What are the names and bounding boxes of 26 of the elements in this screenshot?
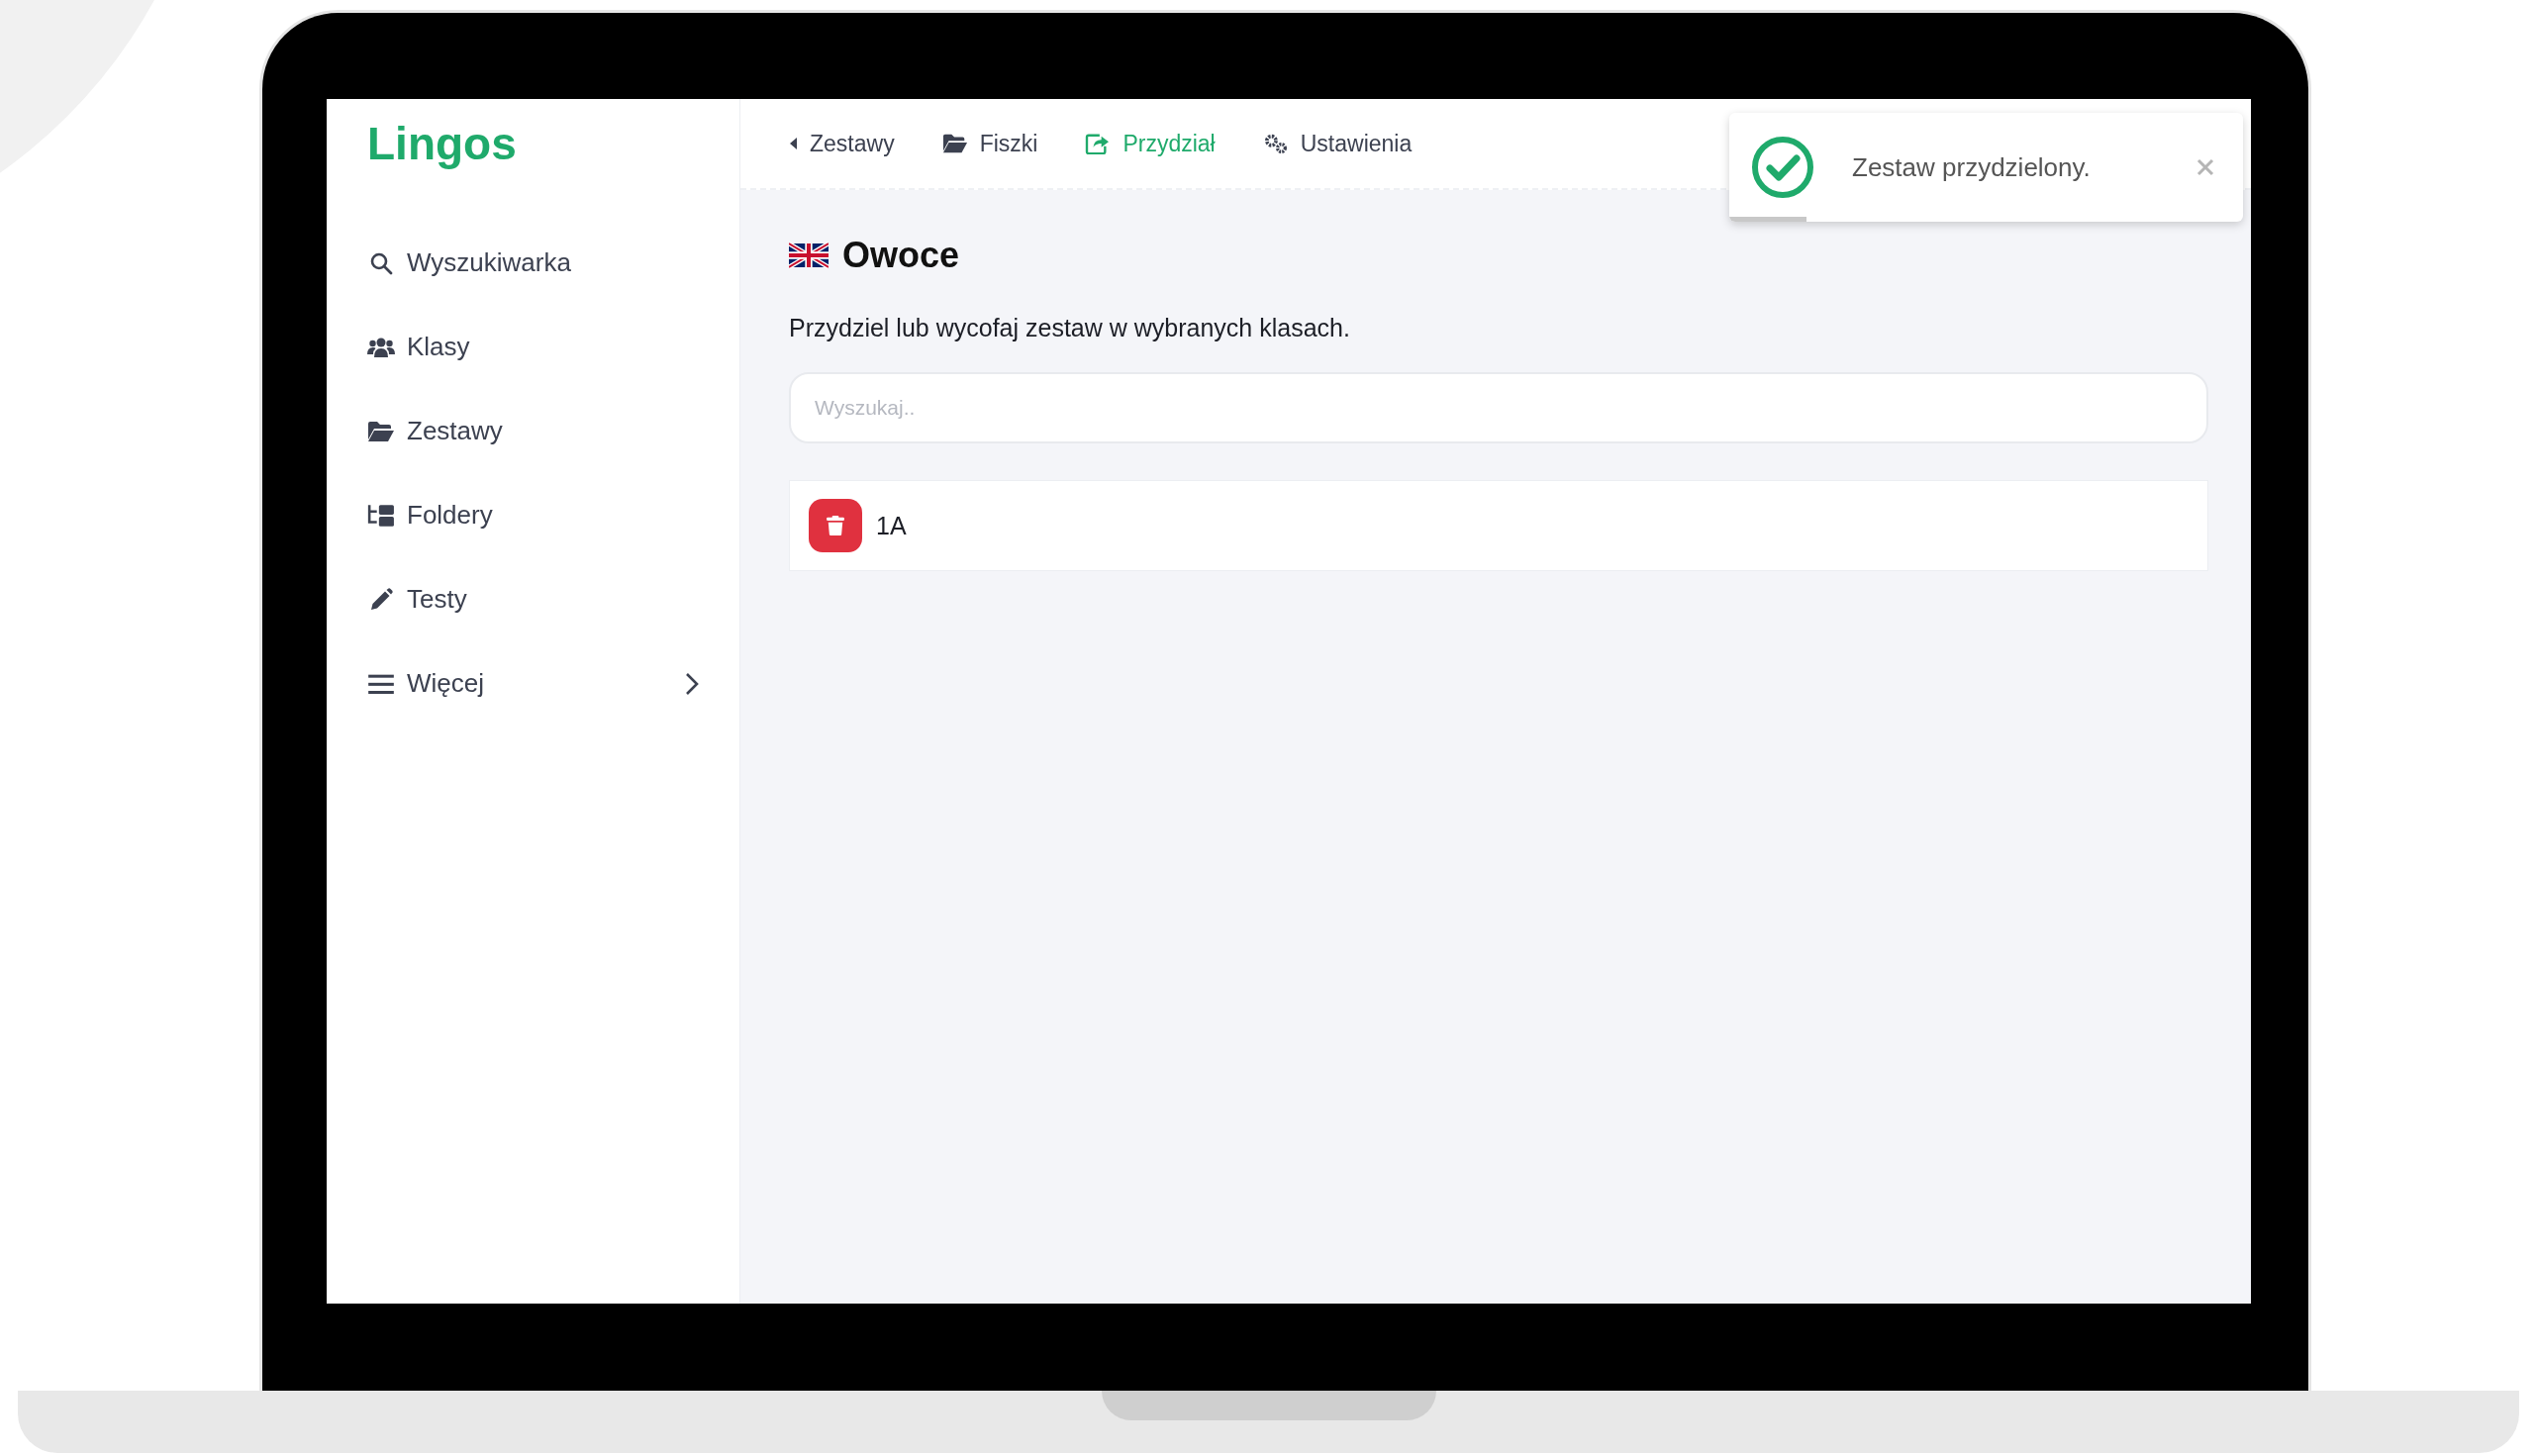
folder-icon	[941, 133, 968, 154]
class-name: 1A	[876, 511, 907, 540]
delete-button[interactable]	[809, 499, 862, 552]
folder-tree-icon	[367, 503, 395, 528]
page-description: Przydziel lub wycofaj zestaw w wybranych klasach.	[789, 314, 1351, 342]
gears-icon	[1262, 133, 1289, 154]
folder-icon	[367, 419, 395, 443]
trash-icon	[827, 516, 844, 535]
sidebar-item[interactable]: Wyszukiwarka	[367, 221, 699, 305]
flag-icon	[789, 241, 829, 270]
chevron-right-icon	[685, 671, 699, 696]
nav-tab[interactable]: Fiszki	[941, 130, 1038, 157]
share-icon	[1085, 133, 1112, 154]
nav-tab[interactable]: Ustawienia	[1262, 130, 1413, 157]
sidebar-item[interactable]: Testy	[367, 557, 699, 641]
page-title: Owoce	[842, 235, 960, 276]
sidebar-item[interactable]: Więcej	[367, 641, 699, 726]
check-circle-icon	[1751, 136, 1814, 199]
toast-message: Zestaw przydzielony.	[1852, 151, 2092, 183]
logo: Lingos	[367, 117, 518, 171]
search-field[interactable]: Wyszukaj..	[789, 372, 2208, 443]
caret-left-icon	[790, 138, 798, 149]
sidebar-item[interactable]: Klasy	[367, 305, 699, 389]
sidebar-item[interactable]: Foldery	[367, 473, 699, 557]
sidebar-item[interactable]: Zestawy	[367, 389, 699, 473]
nav-tab[interactable]: Zestawy	[790, 130, 895, 157]
